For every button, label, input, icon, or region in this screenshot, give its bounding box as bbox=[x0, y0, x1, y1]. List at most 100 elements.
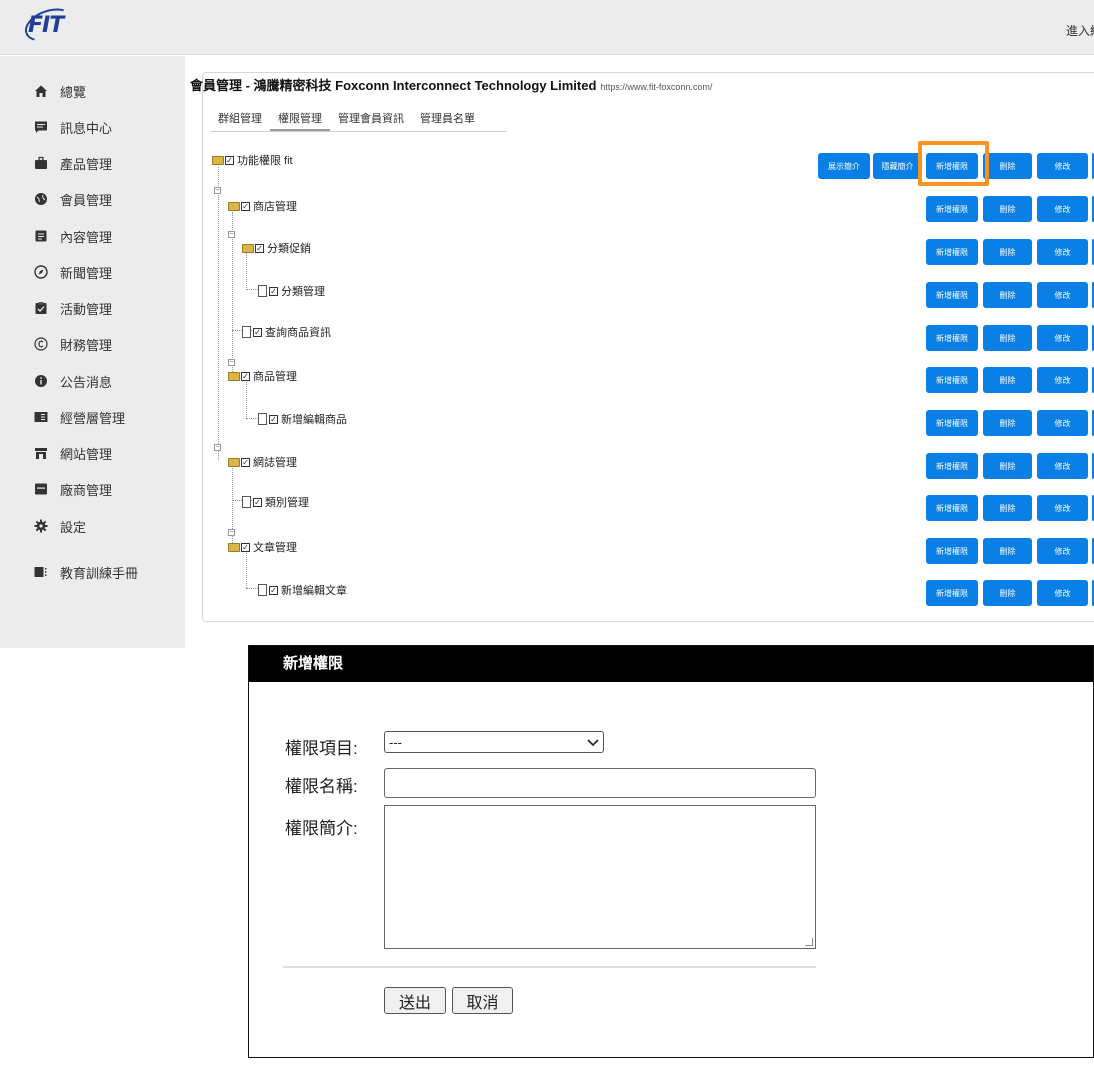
permission-name-input[interactable] bbox=[384, 768, 816, 798]
delete-button[interactable]: 刪除 bbox=[983, 580, 1032, 606]
resize-grip-icon[interactable] bbox=[805, 938, 813, 946]
delete-button[interactable]: 刪除 bbox=[983, 325, 1032, 351]
checkbox[interactable]: ✓ bbox=[241, 457, 250, 467]
checkbox[interactable]: ✓ bbox=[241, 542, 250, 552]
edit-button[interactable]: 修改 bbox=[1037, 196, 1088, 222]
sidebar-item-events[interactable]: 活動管理 bbox=[34, 298, 112, 318]
checkbox[interactable]: ✓ bbox=[241, 201, 250, 211]
tree-toggle[interactable]: − bbox=[228, 529, 235, 536]
dialog-header: 新增權限 bbox=[249, 646, 1093, 682]
sidebar-item-members[interactable]: 會員管理 bbox=[34, 189, 112, 209]
tree-node-store[interactable]: ✓ 商店管理 bbox=[228, 198, 297, 214]
edit-button[interactable]: 修改 bbox=[1037, 410, 1088, 436]
delete-button[interactable]: 刪除 bbox=[983, 453, 1032, 479]
sidebar-item-overview[interactable]: 總覽 bbox=[34, 81, 86, 101]
add-permission-button[interactable]: 新增權限 bbox=[926, 325, 978, 351]
delete-button[interactable]: 刪除 bbox=[983, 239, 1032, 265]
sidebar-item-news[interactable]: 新聞管理 bbox=[34, 262, 112, 282]
compass-icon bbox=[34, 265, 48, 279]
add-permission-button[interactable]: 新增權限 bbox=[926, 538, 978, 564]
document-icon bbox=[242, 326, 251, 338]
delete-button[interactable]: 刪除 bbox=[983, 367, 1032, 393]
checkbox[interactable]: ✓ bbox=[253, 327, 262, 337]
tree-toggle[interactable]: − bbox=[214, 444, 221, 451]
tree-connector bbox=[246, 382, 247, 417]
sidebar-item-label: 活動管理 bbox=[60, 301, 113, 317]
tree-node-label: 查詢商品資訊 bbox=[265, 327, 331, 339]
sidebar-item-products[interactable]: 產品管理 bbox=[34, 153, 112, 173]
checkbox[interactable]: ✓ bbox=[269, 585, 278, 595]
edit-button[interactable]: 修改 bbox=[1037, 453, 1088, 479]
tree-node-category-mgmt[interactable]: ✓ 分類管理 bbox=[258, 283, 325, 299]
logo[interactable]: FIT bbox=[28, 13, 72, 38]
edit-button[interactable]: 修改 bbox=[1037, 239, 1088, 265]
edit-button[interactable]: 修改 bbox=[1037, 538, 1088, 564]
tree-node-root[interactable]: ✓ 功能權限 fit bbox=[212, 152, 293, 168]
tree-toggle[interactable]: − bbox=[228, 359, 235, 366]
tab-member-info[interactable]: 管理會員資訊 bbox=[330, 100, 412, 131]
delete-button[interactable]: 刪除 bbox=[983, 410, 1032, 436]
checkbox[interactable]: ✓ bbox=[269, 414, 278, 424]
sidebar-item-messages[interactable]: 訊息中心 bbox=[34, 117, 112, 137]
delete-button[interactable]: 刪除 bbox=[983, 495, 1032, 521]
edit-button[interactable]: 修改 bbox=[1037, 495, 1088, 521]
add-permission-button[interactable]: 新增權限 bbox=[926, 196, 978, 222]
show-intro-button[interactable]: 展示簡介 bbox=[818, 153, 870, 179]
submit-button[interactable]: 送出 bbox=[384, 987, 446, 1014]
sidebar-item-website[interactable]: 網站管理 bbox=[34, 443, 112, 463]
tree-node-label: 文章管理 bbox=[253, 542, 297, 554]
sidebar-item-management[interactable]: 經營層管理 bbox=[34, 407, 125, 427]
add-permission-button[interactable]: 新增權限 bbox=[926, 580, 978, 606]
add-permission-button[interactable]: 新增權限 bbox=[926, 453, 978, 479]
tree-node-label: 分類管理 bbox=[281, 286, 325, 298]
tree-toggle[interactable]: − bbox=[228, 231, 235, 238]
hide-intro-button[interactable]: 隱藏簡介 bbox=[873, 153, 922, 179]
tree-node-add-edit-product[interactable]: ✓ 新增編輯商品 bbox=[258, 411, 347, 427]
tree-node-blog[interactable]: ✓ 網誌管理 bbox=[228, 454, 297, 470]
sidebar-item-content[interactable]: 內容管理 bbox=[34, 226, 112, 246]
edit-button[interactable]: 修改 bbox=[1037, 153, 1088, 179]
sidebar-item-training-manual[interactable]: 教育訓練手冊 bbox=[34, 562, 138, 582]
tree-node-product-mgmt[interactable]: ✓ 商品管理 bbox=[228, 368, 297, 384]
tree-node-product-query[interactable]: ✓ 查詢商品資訊 bbox=[242, 324, 331, 340]
sidebar-item-vendors[interactable]: 廠商管理 bbox=[34, 479, 112, 499]
add-permission-button[interactable]: 新增權限 bbox=[926, 495, 978, 521]
tab-admin-list[interactable]: 管理員名單 bbox=[412, 100, 483, 131]
checkbox[interactable]: ✓ bbox=[253, 497, 262, 507]
tree-node-add-edit-article[interactable]: ✓ 新增編輯文章 bbox=[258, 582, 347, 598]
edit-button[interactable]: 修改 bbox=[1037, 282, 1088, 308]
add-permission-button[interactable]: 新增權限 bbox=[926, 239, 978, 265]
delete-button[interactable]: 刪除 bbox=[983, 196, 1032, 222]
checkbox[interactable]: ✓ bbox=[241, 371, 250, 381]
add-permission-button[interactable]: 新增權限 bbox=[926, 282, 978, 308]
edit-button[interactable]: 修改 bbox=[1037, 580, 1088, 606]
checkbox[interactable]: ✓ bbox=[269, 286, 278, 296]
sidebar-item-announcements[interactable]: 公告消息 bbox=[34, 371, 112, 391]
tab-permissions[interactable]: 權限管理 bbox=[270, 100, 330, 131]
permission-item-value: --- bbox=[389, 734, 402, 750]
cancel-button[interactable]: 取消 bbox=[452, 987, 513, 1014]
site-url-link[interactable]: https://www.fit-foxconn.com/ bbox=[600, 82, 712, 92]
sidebar-item-label: 會員管理 bbox=[60, 192, 113, 208]
tree-toggle[interactable]: − bbox=[214, 187, 221, 194]
tree-connector bbox=[246, 553, 247, 588]
delete-button[interactable]: 刪除 bbox=[983, 153, 1032, 179]
tree-node-article-mgmt[interactable]: ✓ 文章管理 bbox=[228, 539, 297, 555]
sidebar-item-finance[interactable]: 財務管理 bbox=[34, 334, 112, 354]
enter-link[interactable]: 進入線 bbox=[1066, 22, 1094, 39]
permission-desc-textarea[interactable] bbox=[384, 805, 816, 949]
tree-node-category-type[interactable]: ✓ 類別管理 bbox=[242, 494, 309, 510]
delete-button[interactable]: 刪除 bbox=[983, 538, 1032, 564]
tree-node-category-promo[interactable]: ✓ 分類促銷 bbox=[242, 240, 311, 256]
sidebar-item-settings[interactable]: 設定 bbox=[34, 516, 86, 536]
tab-groups[interactable]: 群組管理 bbox=[210, 100, 270, 131]
add-permission-button[interactable]: 新增權限 bbox=[926, 410, 978, 436]
permission-item-select[interactable]: --- bbox=[384, 731, 604, 753]
checkbox[interactable]: ✓ bbox=[255, 243, 264, 253]
edit-button[interactable]: 修改 bbox=[1037, 367, 1088, 393]
add-permission-button[interactable]: 新增權限 bbox=[926, 367, 978, 393]
delete-button[interactable]: 刪除 bbox=[983, 282, 1032, 308]
edit-button[interactable]: 修改 bbox=[1037, 325, 1088, 351]
document-icon bbox=[258, 584, 267, 596]
checkbox[interactable]: ✓ bbox=[225, 155, 234, 165]
